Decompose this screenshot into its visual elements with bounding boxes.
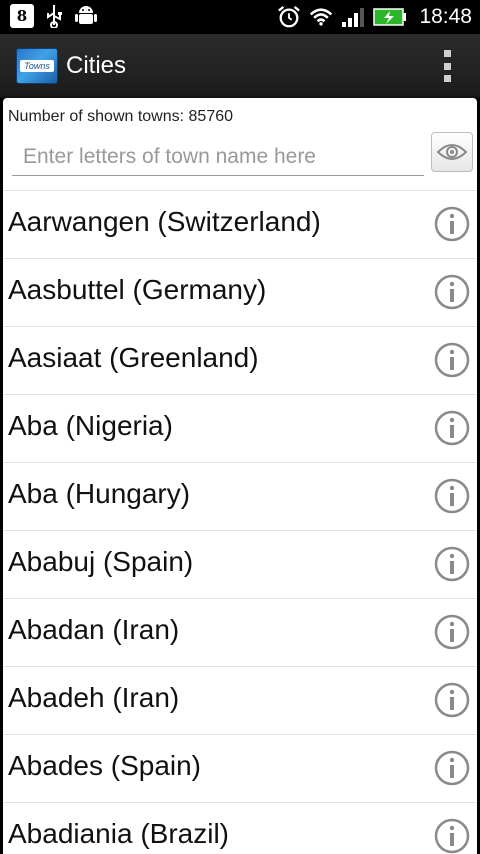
google-plus-icon: 8: [10, 4, 34, 28]
town-count-label: Number of shown towns: 85760: [8, 108, 234, 125]
status-bar-notifications: 8: [10, 4, 98, 28]
list-item[interactable]: Aarwangen (Switzerland): [3, 190, 477, 258]
list-item[interactable]: Aasiaat (Greenland): [3, 326, 477, 394]
list-item[interactable]: Abadiania (Brazil): [3, 802, 477, 854]
info-icon[interactable]: [434, 274, 470, 310]
town-label: Abadan (Iran): [8, 614, 180, 645]
status-bar-system: 18:48: [277, 2, 472, 32]
list-item[interactable]: Aasbuttel (Germany): [3, 258, 477, 326]
list-item[interactable]: Aba (Hungary): [3, 462, 477, 530]
town-label: Ababuj (Spain): [8, 546, 194, 577]
alarm-icon: [277, 5, 301, 29]
overflow-menu-icon[interactable]: [440, 50, 454, 82]
town-label: Abades (Spain): [8, 750, 202, 781]
page-title: Cities: [66, 52, 127, 79]
town-list: Aarwangen (Switzerland) Aasbuttel (Germa…: [3, 190, 477, 854]
info-icon[interactable]: [434, 750, 470, 786]
list-item[interactable]: Abadeh (Iran): [3, 666, 477, 734]
info-icon[interactable]: [434, 818, 470, 854]
info-icon[interactable]: [434, 478, 470, 514]
usb-icon: [42, 4, 66, 28]
wifi-icon: [309, 5, 333, 29]
status-time: 18:48: [419, 5, 472, 28]
info-icon[interactable]: [434, 206, 470, 242]
list-item[interactable]: Abades (Spain): [3, 734, 477, 802]
battery-charging-icon: [373, 5, 407, 29]
town-label: Aarwangen (Switzerland): [8, 206, 321, 237]
list-item[interactable]: Ababuj (Spain): [3, 530, 477, 598]
signal-icon: [341, 5, 365, 29]
action-bar: Towns Cities: [0, 34, 480, 98]
app-logo-label: Towns: [20, 60, 54, 72]
town-label: Aasiaat (Greenland): [8, 342, 259, 373]
status-bar: 8 18:48: [0, 0, 480, 34]
town-label: Abadiania (Brazil): [8, 818, 229, 849]
app-logo[interactable]: Towns: [16, 48, 58, 84]
info-icon[interactable]: [434, 342, 470, 378]
info-icon[interactable]: [434, 410, 470, 446]
list-item[interactable]: Aba (Nigeria): [3, 394, 477, 462]
content-panel: Number of shown towns: 85760 Aarwangen (…: [3, 98, 477, 854]
town-label: Aba (Nigeria): [8, 410, 173, 441]
list-item[interactable]: Abadan (Iran): [3, 598, 477, 666]
town-label: Aba (Hungary): [8, 478, 191, 509]
info-icon[interactable]: [434, 614, 470, 650]
info-icon[interactable]: [434, 682, 470, 718]
town-search-input[interactable]: [12, 138, 424, 176]
eye-button[interactable]: [431, 132, 473, 172]
info-icon[interactable]: [434, 546, 470, 582]
town-label: Abadeh (Iran): [8, 682, 180, 713]
android-debug-icon: [74, 4, 98, 28]
town-label: Aasbuttel (Germany): [8, 274, 267, 305]
eye-icon: [436, 144, 468, 160]
